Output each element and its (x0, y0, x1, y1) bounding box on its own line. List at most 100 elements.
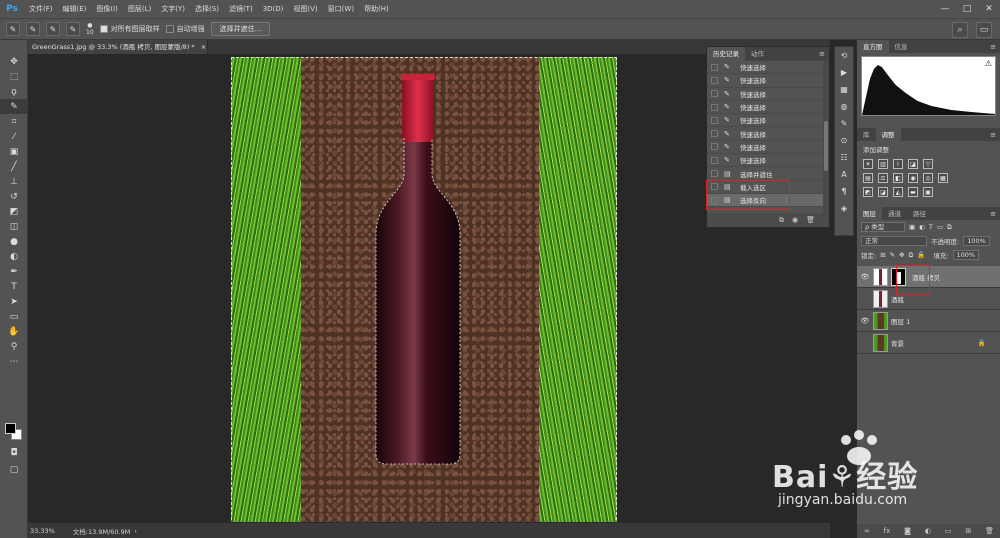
history-source-box[interactable] (711, 183, 718, 191)
menu-select[interactable]: 选择(S) (190, 0, 224, 18)
color-lookup-icon[interactable]: ▦ (938, 173, 948, 183)
tab-histogram[interactable]: 直方图 (857, 39, 889, 54)
history-source-box[interactable] (711, 170, 718, 178)
menu-edit[interactable]: 编辑(E) (58, 0, 92, 18)
more-tools-icon[interactable]: ⋯ (0, 354, 28, 369)
photo-filter-icon[interactable]: ◉ (908, 173, 918, 183)
history-brush-tool-icon[interactable]: ↺ (0, 189, 28, 204)
maximize-button[interactable]: □ (956, 0, 978, 18)
actions-panel-icon[interactable]: ▶ (835, 64, 853, 81)
levels-icon[interactable]: ▥ (878, 159, 888, 169)
menu-type[interactable]: 文字(Y) (156, 0, 190, 18)
history-item[interactable]: ✎ 快速选择 (707, 127, 829, 141)
hue-saturation-icon[interactable]: ▤ (863, 173, 873, 183)
opacity-field[interactable]: 100% (963, 236, 990, 246)
eye-icon[interactable]: 👁 (857, 317, 873, 325)
marquee-tool-icon[interactable]: ⬚ (0, 69, 28, 84)
path-select-tool-icon[interactable]: ➤ (0, 294, 28, 309)
paragraph-panel-icon[interactable]: ¶ (835, 183, 853, 200)
tab-actions[interactable]: 动作 (745, 47, 770, 61)
sample-all-layers-checkbox[interactable] (99, 25, 108, 33)
layer-row[interactable]: 背景 🔒 (857, 332, 1000, 354)
menu-view[interactable]: 视图(V) (288, 0, 322, 18)
history-item[interactable]: ✎ 快速选择 (707, 154, 829, 168)
select-and-mask-button[interactable]: 选择并遮住... (210, 22, 271, 36)
history-source-box[interactable] (711, 116, 718, 124)
exposure-icon[interactable]: ◪ (908, 159, 918, 169)
history-source-box[interactable] (711, 130, 718, 138)
channel-mixer-icon[interactable]: ◎ (923, 173, 933, 183)
panel-menu-icon[interactable]: ≡ (819, 50, 829, 58)
lock-move-icon[interactable]: ✥ (899, 251, 904, 259)
history-scrollbar[interactable] (823, 61, 829, 213)
gradient-tool-icon[interactable]: ◫ (0, 219, 28, 234)
history-source-box[interactable] (711, 156, 718, 164)
lock-all-icon[interactable]: 🔒 (917, 251, 925, 259)
link-layers-icon[interactable]: ∞ (864, 527, 870, 535)
quick-select-tool-icon[interactable]: ✎ (0, 99, 28, 114)
tab-channels[interactable]: 通道 (882, 207, 907, 221)
tab-paths[interactable]: 路径 (907, 207, 932, 221)
menu-help[interactable]: 帮助(H) (359, 0, 394, 18)
panel-menu-icon[interactable]: ≡ (990, 43, 1000, 51)
history-source-box[interactable] (711, 63, 718, 71)
history-source-box[interactable] (711, 90, 718, 98)
subtract-selection-button[interactable]: ✎ (66, 22, 80, 36)
rectangle-tool-icon[interactable]: ▭ (0, 309, 28, 324)
tab-info[interactable]: 信息 (889, 40, 914, 54)
menu-image[interactable]: 图像(I) (91, 0, 123, 18)
menu-filter[interactable]: 滤镜(T) (224, 0, 258, 18)
menu-file[interactable]: 文件(F) (24, 0, 58, 18)
menu-window[interactable]: 窗口(W) (323, 0, 359, 18)
lock-transparent-icon[interactable]: ⊞ (880, 251, 885, 259)
zoom-level[interactable]: 33.33% (30, 527, 55, 535)
vibrance-icon[interactable]: ▽ (923, 159, 933, 169)
status-arrow-icon[interactable]: › (134, 527, 137, 535)
history-panel-icon[interactable]: ⟲ (835, 47, 853, 64)
eye-icon[interactable]: 👁 (857, 273, 873, 281)
blend-mode-select[interactable]: 正常 (861, 236, 927, 246)
3d-panel-icon[interactable]: ◈ (835, 200, 853, 217)
move-tool-icon[interactable]: ✥ (0, 54, 28, 69)
document-tab-close-icon[interactable]: × (201, 43, 206, 51)
threshold-icon[interactable]: ◭ (893, 187, 903, 197)
new-layer-icon[interactable]: ⊞ (965, 527, 971, 535)
brush-size-picker[interactable]: ● 10 (86, 22, 94, 36)
clone-source-icon[interactable]: ⊙ (835, 132, 853, 149)
snapshot-camera-icon[interactable]: ◉ (792, 216, 798, 224)
trash-icon[interactable]: 🗑 (806, 216, 815, 224)
filter-smart-icon[interactable]: ⧉ (947, 223, 952, 232)
history-item[interactable]: ✎ 快速选择 (707, 88, 829, 101)
document-size[interactable]: 文档:13.9M/60.9M (73, 526, 131, 536)
filter-adjust-icon[interactable]: ◐ (919, 223, 925, 231)
brush-panel-icon[interactable]: ✎ (835, 115, 853, 132)
filter-shape-icon[interactable]: ▭ (937, 223, 943, 231)
posterize-icon[interactable]: ◪ (878, 187, 888, 197)
layer-row[interactable]: 👁 图层 1 (857, 310, 1000, 332)
history-item[interactable]: ✎ 快速选择 (707, 114, 829, 128)
layer-row[interactable]: 👁 酒瓶 拷贝 (857, 266, 1000, 288)
panel-menu-icon[interactable]: ≡ (990, 210, 1000, 218)
layer-row[interactable]: 酒瓶 (857, 288, 1000, 310)
sample-all-layers-option[interactable]: 对所有图层取样 (99, 24, 160, 34)
color-panel-icon[interactable]: ◍ (835, 98, 853, 115)
blur-tool-icon[interactable]: ● (0, 234, 28, 249)
layer-filter-select[interactable]: ρ 类型 (861, 222, 905, 232)
tab-history[interactable]: 历史记录 (707, 47, 745, 61)
panel-menu-icon[interactable]: ≡ (990, 131, 1000, 139)
warning-icon[interactable]: ⚠ (985, 59, 992, 68)
history-item[interactable]: ✎ 快速选择 (707, 74, 829, 88)
selective-color-icon[interactable]: ▣ (923, 187, 933, 197)
curves-icon[interactable]: ⌇ (893, 159, 903, 169)
close-button[interactable]: ✕ (978, 0, 1000, 18)
brightness-icon[interactable]: ☀ (863, 159, 873, 169)
new-group-icon[interactable]: ▭ (945, 527, 952, 535)
lock-paint-icon[interactable]: ✎ (890, 251, 895, 259)
history-item[interactable]: ▤ 选择并遮住 (707, 167, 829, 181)
pen-tool-icon[interactable]: ✒ (0, 264, 28, 279)
history-item[interactable]: ▤ 载入选区 (707, 181, 829, 194)
history-item-selected[interactable]: ▤ 选择反向 (707, 193, 829, 208)
menu-3d[interactable]: 3D(D) (258, 0, 289, 18)
history-source-box[interactable] (711, 196, 718, 204)
clone-stamp-tool-icon[interactable]: ⊥ (0, 174, 28, 189)
